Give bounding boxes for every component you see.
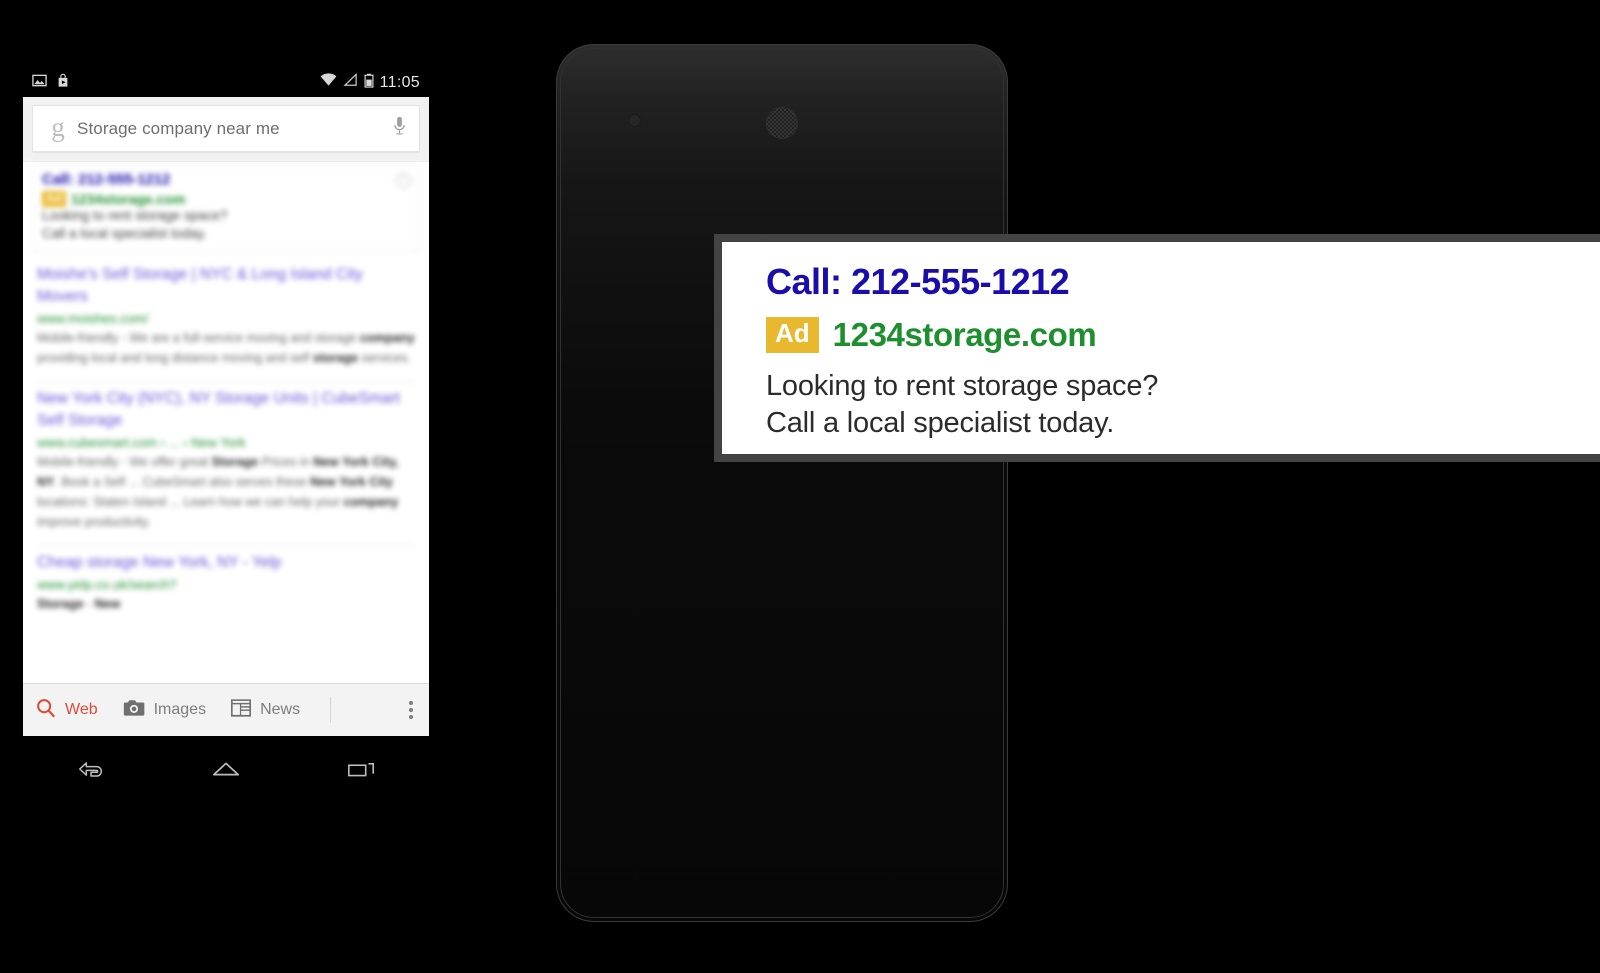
search-input[interactable]: Storage company near me bbox=[77, 119, 392, 139]
snippet-keyword: Storage bbox=[37, 596, 84, 611]
snippet-keyword: New York City bbox=[310, 474, 393, 489]
status-bar-notifications bbox=[32, 73, 70, 93]
search-result-ad[interactable]: i Call: 212-555-1212 Ad 1234storage.com … bbox=[33, 165, 419, 252]
nav-home-button[interactable] bbox=[199, 749, 253, 789]
snippet-text: Mobile-friendly bbox=[37, 330, 119, 345]
phone-device bbox=[556, 44, 1008, 922]
snippet-text: services. bbox=[358, 350, 411, 365]
snippet-text: Mobile-friendly bbox=[37, 454, 119, 469]
snippet-text: Prices in bbox=[258, 454, 314, 469]
tabbar-divider bbox=[330, 697, 332, 723]
signal-icon bbox=[343, 72, 358, 92]
search-result-url: www.cubesmart.com › ... › New York bbox=[37, 434, 246, 450]
callout-ad-badge: Ad bbox=[766, 317, 819, 353]
search-mode-tabbar: Web Images News bbox=[23, 683, 429, 736]
search-result-item[interactable]: New York City (NYC), NY Storage Units | … bbox=[23, 382, 429, 536]
callout-description-line-1: Looking to rent storage space? bbox=[766, 370, 1159, 402]
snippet-text: - We are a full-service moving and stora… bbox=[118, 330, 360, 345]
snippet-keyword: company bbox=[343, 494, 399, 509]
microphone-icon[interactable] bbox=[392, 115, 407, 142]
organic-results-host: Moishe's Self Storage | NYC & Long Islan… bbox=[23, 258, 429, 618]
overflow-dot bbox=[409, 715, 413, 719]
snippet-keyword: Storage bbox=[211, 454, 259, 469]
newspaper-icon bbox=[230, 698, 252, 723]
nav-back-button[interactable] bbox=[64, 749, 118, 789]
status-bar-clock: 11:05 bbox=[379, 73, 420, 91]
search-results-list: i Call: 212-555-1212 Ad 1234storage.com … bbox=[23, 162, 429, 678]
search-result-title[interactable]: New York City (NYC), NY Storage Units | … bbox=[37, 388, 415, 432]
ad-description-line-2: Call a local specialist today. bbox=[42, 226, 207, 241]
play-store-icon bbox=[56, 73, 70, 93]
callout-call-line[interactable]: Call: 212-555-1212 bbox=[766, 264, 1600, 300]
search-result-snippet: Mobile-friendly - We offer great Storage… bbox=[37, 452, 415, 532]
front-camera-icon bbox=[629, 115, 640, 126]
overflow-menu-icon[interactable] bbox=[409, 701, 413, 719]
ad-badge: Ad bbox=[42, 191, 66, 208]
tab-images-label: Images bbox=[153, 701, 207, 718]
search-result-title[interactable]: Cheap storage New York, NY - Yelp bbox=[37, 552, 415, 574]
tab-news-label: News bbox=[260, 701, 301, 718]
overflow-dot bbox=[409, 701, 413, 705]
snippet-keyword: storage bbox=[312, 350, 359, 365]
search-result-item[interactable]: Cheap storage New York, NY - Yelp www.yel… bbox=[23, 546, 429, 618]
phone-screen: 11:05 g Storage company near me i Call: … bbox=[23, 68, 429, 736]
tab-images[interactable]: Images bbox=[122, 698, 206, 723]
tab-web[interactable]: Web bbox=[35, 697, 98, 724]
search-icon bbox=[35, 697, 57, 724]
search-result-item[interactable]: Moishe's Self Storage | NYC & Long Islan… bbox=[23, 258, 429, 372]
ad-url-row: Ad 1234storage.com bbox=[42, 191, 410, 208]
wifi-icon bbox=[320, 73, 337, 92]
nav-recents-button[interactable] bbox=[334, 749, 388, 789]
snippet-text: providing local and long distance moving… bbox=[37, 350, 313, 365]
ad-callout-content: i Call: 212-555-1212 Ad 1234storage.com … bbox=[722, 242, 1600, 454]
snippet-text: locations: Staten Island ... Learn how w… bbox=[37, 494, 344, 509]
image-icon bbox=[32, 73, 47, 93]
search-bar[interactable]: g Storage company near me bbox=[32, 105, 420, 152]
tab-web-label: Web bbox=[65, 701, 98, 718]
ad-callout-frame: i Call: 212-555-1212 Ad 1234storage.com … bbox=[714, 234, 1600, 462]
tab-news[interactable]: News bbox=[230, 698, 300, 723]
callout-description-line-2: Call a local specialist today. bbox=[766, 407, 1115, 440]
callout-ad-url[interactable]: 1234storage.com bbox=[833, 316, 1097, 354]
snippet-text: improve productivity. bbox=[37, 514, 151, 529]
status-bar-system-icons: 11:05 bbox=[320, 72, 420, 93]
snippet-text: - We offer great bbox=[118, 454, 212, 469]
search-bar-container: g Storage company near me bbox=[23, 97, 429, 162]
ad-call-line[interactable]: Call: 212-555-1212 bbox=[42, 171, 410, 188]
battery-icon bbox=[364, 73, 374, 93]
android-navigation-bar bbox=[23, 736, 429, 802]
search-result-url: www.yelp.co.uk/search? bbox=[37, 576, 177, 592]
search-result-url: www.moishes.com/ bbox=[37, 310, 149, 326]
phone-bezel-edge bbox=[560, 48, 1004, 918]
camera-icon bbox=[122, 698, 146, 723]
ad-url[interactable]: 1234storage.com bbox=[71, 191, 185, 207]
callout-url-row: Ad 1234storage.com bbox=[766, 316, 1600, 354]
ad-info-icon[interactable]: i bbox=[396, 173, 411, 188]
snippet-text: . Book a Self ... CubeSmart also serves … bbox=[54, 474, 311, 489]
search-result-snippet: Storage - New bbox=[37, 594, 415, 614]
ad-callout-panel[interactable]: i Call: 212-555-1212 Ad 1234storage.com … bbox=[722, 242, 1600, 454]
snippet-keyword: New bbox=[94, 596, 121, 611]
search-result-title[interactable]: Moishe's Self Storage | NYC & Long Islan… bbox=[37, 264, 415, 308]
status-bar: 11:05 bbox=[23, 68, 429, 97]
search-result-snippet: Mobile-friendly - We are a full-service … bbox=[37, 328, 415, 368]
ad-description-line-1: Looking to rent storage space? bbox=[42, 208, 228, 224]
overflow-dot bbox=[409, 708, 413, 712]
snippet-text: - bbox=[83, 596, 95, 611]
earpiece-speaker-icon bbox=[767, 108, 797, 138]
screenshot-stage: 11:05 g Storage company near me i Call: … bbox=[0, 0, 1600, 973]
google-logo-icon: g bbox=[51, 111, 65, 142]
snippet-keyword: company bbox=[359, 330, 415, 345]
